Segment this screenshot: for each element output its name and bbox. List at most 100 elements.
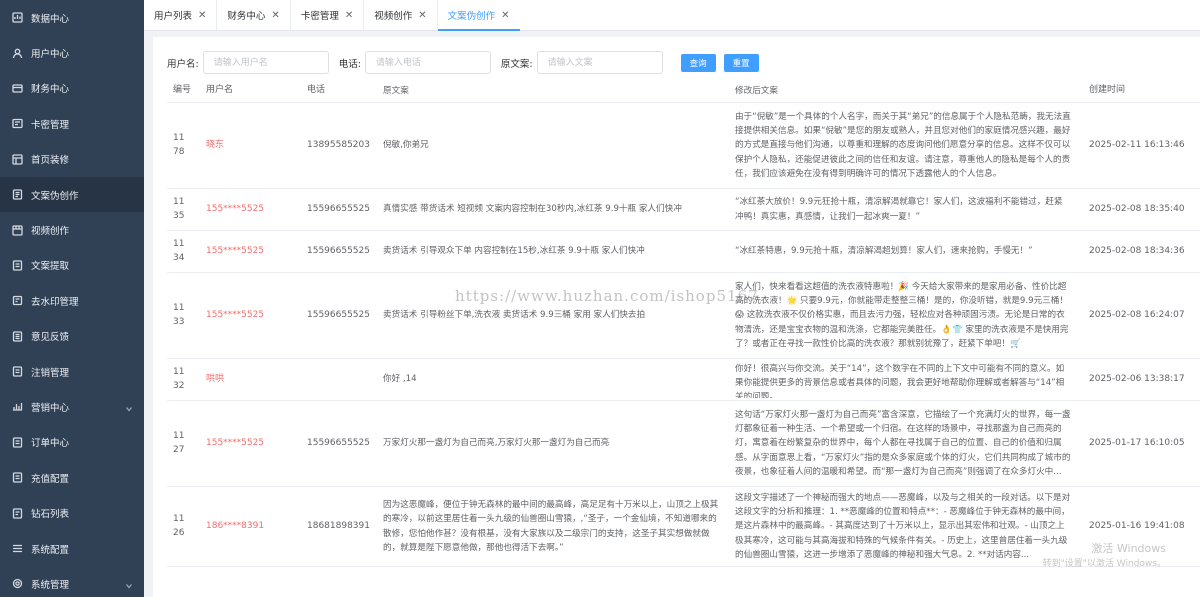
- sidebar-item-document[interactable]: 文案伪创作: [0, 176, 144, 213]
- sidebar-item-card-key[interactable]: 卡密管理: [0, 106, 144, 141]
- phone-input[interactable]: [364, 51, 491, 74]
- close-icon[interactable]: ✕: [345, 10, 353, 21]
- sidebar-item-label: 卡密管理: [31, 119, 70, 131]
- sidebar-item-label: 系统配置: [31, 544, 70, 556]
- finance-icon: [12, 83, 23, 94]
- reset-button[interactable]: 重置: [723, 53, 759, 72]
- sidebar-item-label: 去水印管理: [31, 296, 79, 308]
- sidebar-item-order[interactable]: 订单中心: [0, 425, 144, 460]
- document-icon: [12, 189, 23, 200]
- close-icon[interactable]: ✕: [418, 10, 426, 21]
- sidebar-item-home-decor[interactable]: 首页装修: [0, 142, 144, 177]
- cell-time: 2025-02-08 16:24:07: [1089, 309, 1185, 320]
- sidebar-item-label: 视频创作: [31, 226, 70, 238]
- sidebar: 数据中心 用户中心财务中心卡密管理首页装修文案伪创作视频创作文案提取去水印管理意见…: [0, 0, 144, 597]
- close-icon[interactable]: ✕: [271, 10, 279, 21]
- extract-icon: [12, 260, 23, 271]
- logout-icon: [12, 366, 23, 377]
- table-row: 1135 155****5525 15596655525 真情实感 带货话术 短视频 …: [167, 189, 1200, 231]
- copywriting-table: 编号 用户名 电话 原文案 修改后文案 创建时间 1178 晓东 13895585203 倪敏,你…: [167, 80, 1200, 567]
- sidebar-item-label: 财务中心: [31, 84, 70, 96]
- chevron-down-icon: [126, 404, 132, 412]
- query-button[interactable]: 查询: [680, 53, 716, 72]
- cell-user[interactable]: 155****5525: [202, 309, 303, 323]
- cell-time: 2025-01-16 19:41:08: [1089, 520, 1185, 531]
- sidebar-item-video[interactable]: 视频创作: [0, 212, 144, 247]
- tab-label: 财务中心: [227, 11, 266, 22]
- table-row: 1134 155****5525 15596655525 卖货话术 引导观众下单 内容…: [167, 231, 1200, 273]
- cell-original: 卖货话术 引导观众下单 内容控制在15秒,冰红茶 9.9十瓶 家人们快冲: [383, 246, 645, 257]
- cell-phone: 13895585203: [307, 139, 370, 150]
- main-panel: 用户名: 电话: 原文案: 查询 重置 编号 用户名 电话 原文案 修改后文案 创建时间 1…: [153, 37, 1200, 597]
- dashboard-icon: [12, 12, 23, 23]
- cell-id: 1135: [173, 196, 185, 221]
- cell-user[interactable]: 晓东: [202, 139, 303, 153]
- tab-label: 文案伪创作: [447, 11, 496, 22]
- close-icon[interactable]: ✕: [501, 10, 509, 21]
- sidebar-item-label: 充值配置: [31, 473, 70, 485]
- table-row: 1132 哄哄 你好 ,14 你好！很高兴与你交流。关于“14”，这个数字在不同的上下…: [167, 359, 1200, 401]
- sidebar-item-system-config[interactable]: 系统配置: [0, 531, 144, 566]
- close-icon[interactable]: ✕: [198, 10, 206, 21]
- sidebar-item-dashboard[interactable]: 数据中心: [0, 0, 144, 35]
- cell-time: 2025-01-17 16:10:05: [1089, 437, 1185, 448]
- tab-bar: 用户列表 ✕ 财务中心 ✕ 卡密管理 ✕ 视频创作 ✕ 文案伪创作 ✕: [144, 0, 1200, 31]
- cell-id: 1132: [173, 366, 185, 391]
- sidebar-item-watermark[interactable]: 去水印管理: [0, 283, 144, 318]
- video-icon: [12, 224, 23, 236]
- sidebar-item-label: 钻石列表: [31, 509, 70, 521]
- cell-time: 2025-02-08 18:35:40: [1089, 203, 1185, 214]
- sidebar-item-label: 营销中心: [31, 402, 70, 414]
- cell-user[interactable]: 哄哄: [202, 373, 303, 387]
- cell-id: 1134: [173, 238, 185, 263]
- cell-id: 1133: [173, 302, 185, 327]
- cell-phone: 18681898391: [307, 520, 370, 531]
- cell-modified: 你好！很高兴与你交流。关于“14”，这个数字在不同的上下文中可能有不同的意义。如…: [735, 363, 1065, 398]
- cell-time: 2025-02-11 16:13:46: [1089, 139, 1185, 150]
- sidebar-item-finance[interactable]: 财务中心: [0, 71, 144, 106]
- sidebar-item-logout[interactable]: 注销管理: [0, 354, 144, 389]
- sidebar-item-recharge[interactable]: 充值配置: [0, 460, 144, 495]
- sidebar-item-marketing[interactable]: 营销中心: [0, 389, 144, 424]
- column-header: 原文案: [383, 85, 409, 96]
- cell-modified: 这段文字描述了一个神秘而强大的地点——恶魔峰，以及与之相关的一段对话。以下是对这…: [735, 493, 1071, 560]
- cell-user[interactable]: 186****8391: [202, 520, 303, 534]
- tab-4[interactable]: 文案伪创作 ✕: [436, 0, 520, 31]
- cell-original: 真情实感 带货话术 短视频 文案内容控制在30秒内,冰红茶 9.9十瓶 家人们快…: [383, 204, 682, 215]
- table-row: 1133 155****5525 15596655525 卖货话术 引导粉丝下单,洗衣…: [167, 273, 1200, 359]
- sidebar-item-label: 意见反馈: [31, 332, 70, 344]
- tab-1[interactable]: 财务中心 ✕: [216, 0, 289, 30]
- cell-id: 1126: [173, 513, 185, 538]
- tab-3[interactable]: 视频创作 ✕: [363, 0, 436, 30]
- cell-user[interactable]: 155****5525: [202, 437, 303, 451]
- username-input[interactable]: [202, 51, 329, 74]
- sidebar-item-user[interactable]: 用户中心: [0, 35, 144, 70]
- sidebar-item-label: 首页装修: [31, 155, 70, 167]
- cell-user[interactable]: 155****5525: [202, 245, 303, 259]
- gear-icon: [12, 578, 23, 589]
- column-header: 编号: [173, 85, 192, 96]
- recharge-icon: [12, 472, 23, 483]
- order-icon: [12, 437, 23, 448]
- cell-original: 倪敏,你弟兄: [383, 140, 429, 151]
- cell-time: 2025-02-08 18:34:36: [1089, 245, 1185, 256]
- cell-phone: 15596655525: [307, 309, 370, 320]
- cell-user[interactable]: 155****5525: [202, 203, 303, 217]
- feedback-icon: [12, 331, 23, 342]
- watermark-icon: [12, 295, 23, 306]
- cell-modified: 家人们，快来看看这超值的洗衣液特惠啦！🎉 今天给大家带来的是家用必备、性价比超高…: [735, 282, 1069, 349]
- tab-2[interactable]: 卡密管理 ✕: [289, 0, 363, 30]
- cell-modified: 由于“倪敏”是一个具体的个人名字，而关于其“弟兄”的信息属于个人隐私范畴，我无法…: [735, 112, 1071, 179]
- sidebar-item-gear[interactable]: 系统管理: [0, 566, 144, 597]
- cell-phone: 15596655525: [307, 245, 370, 256]
- sidebar-item-diamond[interactable]: 钻石列表: [0, 495, 144, 530]
- sidebar-item-extract[interactable]: 文案提取: [0, 248, 144, 283]
- original-text-input[interactable]: [536, 51, 663, 74]
- cell-phone: 15596655525: [307, 437, 370, 448]
- system-config-icon: [12, 543, 23, 554]
- marketing-icon: [12, 401, 23, 412]
- tab-0[interactable]: 用户列表 ✕: [144, 0, 216, 30]
- cell-modified: “冰红茶特惠，9.9元抢十瓶，清凉解渴超划算！家人们，速来抢购，手慢无！”: [735, 246, 1033, 257]
- sidebar-item-feedback[interactable]: 意见反馈: [0, 319, 144, 354]
- chevron-down-icon: [126, 581, 132, 589]
